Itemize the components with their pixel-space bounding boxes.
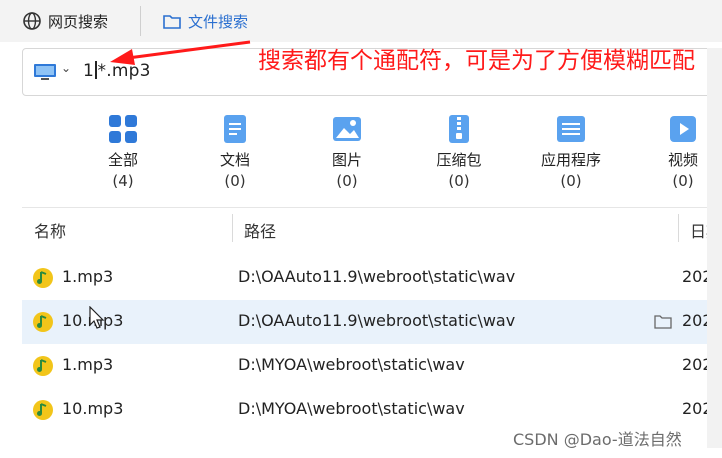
file-name: 10.mp3 <box>62 399 124 418</box>
category-applications[interactable]: 应用程序 (0) <box>515 108 627 192</box>
monitor-icon[interactable] <box>33 62 57 82</box>
chevron-down-icon[interactable]: ⌄ <box>61 61 71 75</box>
table-row[interactable]: 10.mp3 D:\OAAuto11.9\webroot\static\wav … <box>22 300 722 344</box>
video-icon <box>668 114 698 144</box>
column-header-path[interactable]: 路径 <box>244 218 276 242</box>
tab-web-search[interactable]: 网页搜索 <box>22 8 108 34</box>
annotation-text: 搜索都有个通配符，可是为了方便模糊匹配 <box>258 48 695 74</box>
archive-icon <box>444 114 474 144</box>
file-path: D:\OAAuto11.9\webroot\static\wav <box>238 311 516 330</box>
category-archives[interactable]: 压缩包 (0) <box>403 108 515 192</box>
music-file-icon <box>33 312 53 332</box>
category-count: (0) <box>224 172 246 190</box>
grid-icon <box>108 114 138 144</box>
document-icon <box>220 114 250 144</box>
file-path: D:\OAAuto11.9\webroot\static\wav <box>238 267 516 286</box>
file-name: 1.mp3 <box>62 267 114 286</box>
category-all[interactable]: 全部 (4) <box>67 108 179 192</box>
globe-icon <box>23 12 41 30</box>
category-label: 压缩包 <box>436 151 482 169</box>
app-icon <box>556 114 586 144</box>
column-resize-handle[interactable] <box>232 214 233 242</box>
watermark-text: CSDN @Dao-道法自然 <box>513 430 682 449</box>
tab-divider <box>140 6 141 36</box>
image-icon <box>332 114 362 144</box>
file-path: D:\MYOA\webroot\static\wav <box>238 399 465 418</box>
annotation-arrow <box>110 40 251 65</box>
category-count: (4) <box>112 172 134 190</box>
music-file-icon <box>33 400 53 420</box>
table-row[interactable]: 1.mp3 D:\MYOA\webroot\static\wav 2021 <box>22 344 722 388</box>
tab-file-search[interactable]: 文件搜索 <box>162 8 248 34</box>
table-header: 名称 路径 日期 <box>22 208 722 248</box>
table-row[interactable]: 1.mp3 D:\OAAuto11.9\webroot\static\wav 2… <box>22 256 722 300</box>
mouse-cursor-icon <box>89 306 105 329</box>
category-count: (0) <box>336 172 358 190</box>
column-resize-handle[interactable] <box>678 214 679 242</box>
category-images[interactable]: 图片 (0) <box>291 108 403 192</box>
category-count: (0) <box>560 172 582 190</box>
file-path: D:\MYOA\webroot\static\wav <box>238 355 465 374</box>
scrollbar[interactable] <box>707 48 722 448</box>
category-label: 图片 <box>331 151 362 169</box>
category-documents[interactable]: 文档 (0) <box>179 108 291 192</box>
category-label: 应用程序 <box>540 151 601 169</box>
category-label: 文档 <box>219 151 250 169</box>
category-count: (0) <box>448 172 470 190</box>
search-query-before: 1 <box>83 61 95 81</box>
open-folder-icon[interactable] <box>654 314 672 329</box>
category-label: 全部 <box>107 151 138 169</box>
folder-icon <box>163 15 181 29</box>
tab-web-search-label: 网页搜索 <box>48 12 109 31</box>
column-header-name[interactable]: 名称 <box>34 218 66 242</box>
music-file-icon <box>33 356 53 376</box>
music-file-icon <box>33 268 53 288</box>
text-caret <box>95 61 97 79</box>
category-filter-bar: 全部 (4) 文档 (0) 图片 (0) 压缩包 (0) 应用程序 (0) 视频… <box>0 108 722 203</box>
tab-file-search-label: 文件搜索 <box>188 12 249 31</box>
file-name: 1.mp3 <box>62 355 114 374</box>
